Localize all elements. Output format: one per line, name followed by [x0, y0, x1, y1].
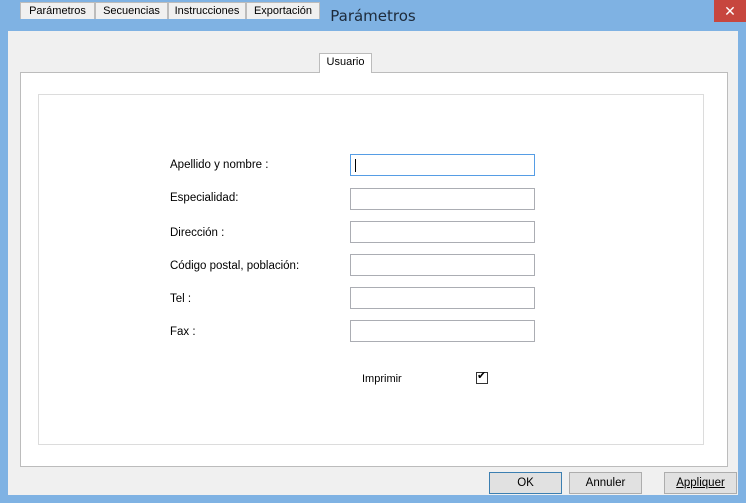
label-codigo-postal: Código postal, población: — [170, 260, 300, 272]
label-especialidad: Especialidad: — [170, 192, 239, 204]
tab-usuario[interactable]: Usuario — [319, 53, 372, 73]
ok-button[interactable]: OK — [489, 472, 562, 494]
dialog-window: Parámetros ✕ Parámetros Secuencias Instr… — [0, 0, 746, 503]
label-direccion: Dirección : — [170, 227, 225, 239]
cancel-button[interactable]: Annuler — [569, 472, 642, 494]
imprimir-checkbox[interactable]: ✔ — [476, 370, 488, 384]
label-tel: Tel : — [170, 293, 192, 305]
label-fax: Fax : — [170, 326, 196, 338]
especialidad-input[interactable] — [350, 188, 535, 210]
direccion-input[interactable] — [350, 221, 535, 243]
tab-instrucciones[interactable]: Instrucciones — [168, 2, 246, 19]
tab-exportacion[interactable]: Exportación — [246, 2, 320, 19]
apellido-nombre-input[interactable] — [350, 154, 535, 176]
close-icon: ✕ — [724, 3, 736, 19]
label-apellido-nombre: Apellido y nombre : — [170, 159, 269, 171]
text-caret — [355, 159, 356, 172]
close-button[interactable]: ✕ — [714, 0, 746, 22]
checkmark-icon: ✔ — [477, 370, 487, 382]
label-imprimir: Imprimir — [362, 373, 402, 385]
fax-input[interactable] — [350, 320, 535, 342]
tab-secuencias[interactable]: Secuencias — [95, 2, 168, 19]
tab-parametros[interactable]: Parámetros — [20, 2, 95, 19]
apply-button[interactable]: Appliquer — [664, 472, 737, 494]
codigo-postal-input[interactable] — [350, 254, 535, 276]
tel-input[interactable] — [350, 287, 535, 309]
